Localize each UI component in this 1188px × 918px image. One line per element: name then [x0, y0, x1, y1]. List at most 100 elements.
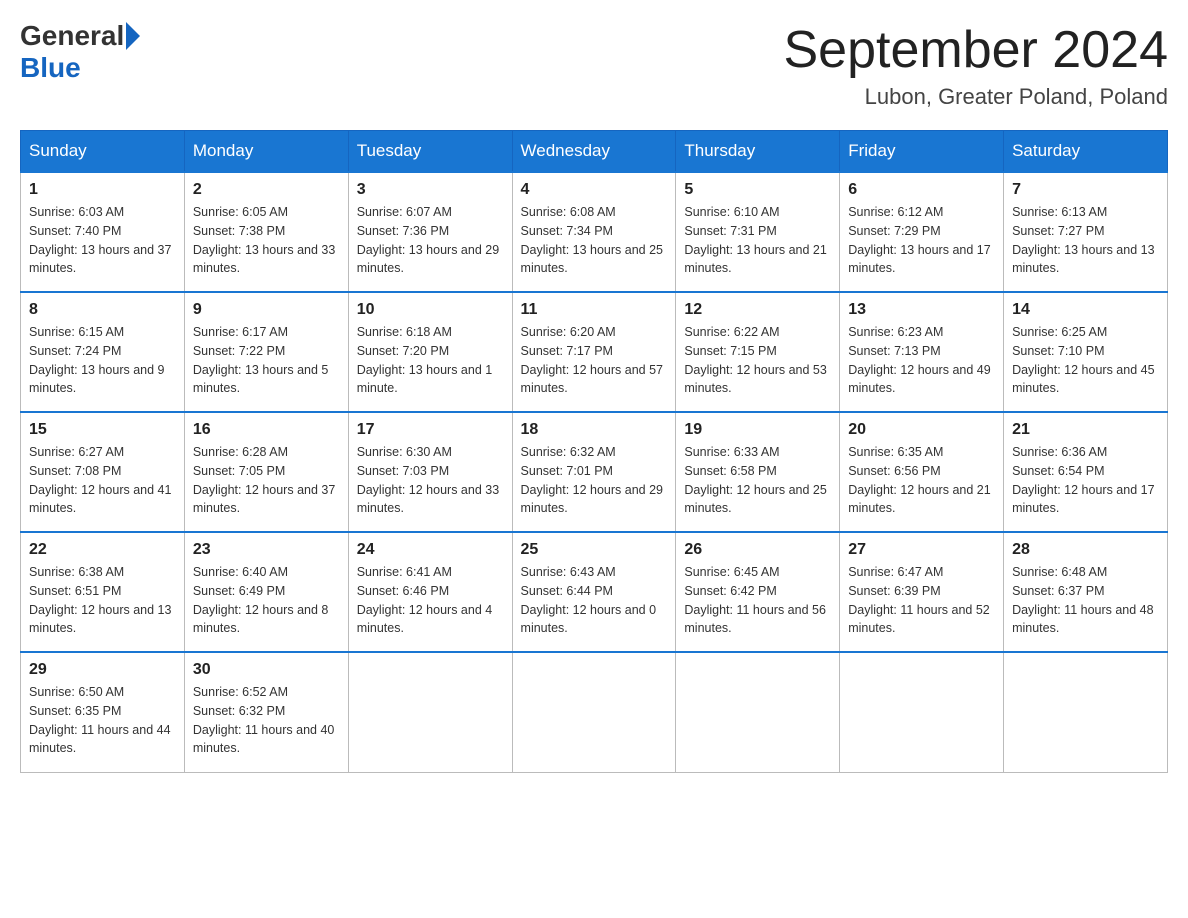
logo-arrow-icon — [126, 22, 140, 50]
calendar-week-row: 1 Sunrise: 6:03 AM Sunset: 7:40 PM Dayli… — [21, 172, 1168, 292]
day-number: 24 — [357, 541, 504, 559]
table-row: 18 Sunrise: 6:32 AM Sunset: 7:01 PM Dayl… — [512, 412, 676, 532]
day-info: Sunrise: 6:10 AM Sunset: 7:31 PM Dayligh… — [684, 203, 831, 278]
table-row: 10 Sunrise: 6:18 AM Sunset: 7:20 PM Dayl… — [348, 292, 512, 412]
table-row — [348, 652, 512, 772]
table-row — [676, 652, 840, 772]
day-number: 22 — [29, 541, 176, 559]
col-sunday: Sunday — [21, 131, 185, 173]
day-info: Sunrise: 6:12 AM Sunset: 7:29 PM Dayligh… — [848, 203, 995, 278]
day-info: Sunrise: 6:25 AM Sunset: 7:10 PM Dayligh… — [1012, 323, 1159, 398]
day-info: Sunrise: 6:32 AM Sunset: 7:01 PM Dayligh… — [521, 443, 668, 518]
table-row: 28 Sunrise: 6:48 AM Sunset: 6:37 PM Dayl… — [1004, 532, 1168, 652]
day-info: Sunrise: 6:47 AM Sunset: 6:39 PM Dayligh… — [848, 563, 995, 638]
col-thursday: Thursday — [676, 131, 840, 173]
day-number: 8 — [29, 301, 176, 319]
day-number: 18 — [521, 421, 668, 439]
table-row: 3 Sunrise: 6:07 AM Sunset: 7:36 PM Dayli… — [348, 172, 512, 292]
table-row — [1004, 652, 1168, 772]
day-info: Sunrise: 6:30 AM Sunset: 7:03 PM Dayligh… — [357, 443, 504, 518]
day-number: 4 — [521, 181, 668, 199]
day-info: Sunrise: 6:07 AM Sunset: 7:36 PM Dayligh… — [357, 203, 504, 278]
table-row — [840, 652, 1004, 772]
day-info: Sunrise: 6:20 AM Sunset: 7:17 PM Dayligh… — [521, 323, 668, 398]
day-number: 3 — [357, 181, 504, 199]
day-number: 28 — [1012, 541, 1159, 559]
day-info: Sunrise: 6:08 AM Sunset: 7:34 PM Dayligh… — [521, 203, 668, 278]
day-number: 2 — [193, 181, 340, 199]
day-number: 10 — [357, 301, 504, 319]
calendar-week-row: 29 Sunrise: 6:50 AM Sunset: 6:35 PM Dayl… — [21, 652, 1168, 772]
day-number: 11 — [521, 301, 668, 319]
calendar-week-row: 15 Sunrise: 6:27 AM Sunset: 7:08 PM Dayl… — [21, 412, 1168, 532]
day-number: 21 — [1012, 421, 1159, 439]
table-row: 23 Sunrise: 6:40 AM Sunset: 6:49 PM Dayl… — [184, 532, 348, 652]
col-wednesday: Wednesday — [512, 131, 676, 173]
table-row: 12 Sunrise: 6:22 AM Sunset: 7:15 PM Dayl… — [676, 292, 840, 412]
day-number: 19 — [684, 421, 831, 439]
day-info: Sunrise: 6:22 AM Sunset: 7:15 PM Dayligh… — [684, 323, 831, 398]
day-number: 23 — [193, 541, 340, 559]
location: Lubon, Greater Poland, Poland — [784, 84, 1169, 110]
day-number: 30 — [193, 661, 340, 679]
logo-blue-text: Blue — [20, 52, 81, 83]
col-tuesday: Tuesday — [348, 131, 512, 173]
day-number: 20 — [848, 421, 995, 439]
table-row: 16 Sunrise: 6:28 AM Sunset: 7:05 PM Dayl… — [184, 412, 348, 532]
logo: General Blue — [20, 20, 142, 84]
day-info: Sunrise: 6:43 AM Sunset: 6:44 PM Dayligh… — [521, 563, 668, 638]
table-row: 11 Sunrise: 6:20 AM Sunset: 7:17 PM Dayl… — [512, 292, 676, 412]
day-info: Sunrise: 6:36 AM Sunset: 6:54 PM Dayligh… — [1012, 443, 1159, 518]
table-row: 25 Sunrise: 6:43 AM Sunset: 6:44 PM Dayl… — [512, 532, 676, 652]
table-row: 30 Sunrise: 6:52 AM Sunset: 6:32 PM Dayl… — [184, 652, 348, 772]
calendar-week-row: 22 Sunrise: 6:38 AM Sunset: 6:51 PM Dayl… — [21, 532, 1168, 652]
table-row: 19 Sunrise: 6:33 AM Sunset: 6:58 PM Dayl… — [676, 412, 840, 532]
table-row: 22 Sunrise: 6:38 AM Sunset: 6:51 PM Dayl… — [21, 532, 185, 652]
day-info: Sunrise: 6:15 AM Sunset: 7:24 PM Dayligh… — [29, 323, 176, 398]
calendar-table: Sunday Monday Tuesday Wednesday Thursday… — [20, 130, 1168, 773]
table-row: 20 Sunrise: 6:35 AM Sunset: 6:56 PM Dayl… — [840, 412, 1004, 532]
day-number: 16 — [193, 421, 340, 439]
table-row: 13 Sunrise: 6:23 AM Sunset: 7:13 PM Dayl… — [840, 292, 1004, 412]
table-row: 7 Sunrise: 6:13 AM Sunset: 7:27 PM Dayli… — [1004, 172, 1168, 292]
day-info: Sunrise: 6:05 AM Sunset: 7:38 PM Dayligh… — [193, 203, 340, 278]
day-info: Sunrise: 6:35 AM Sunset: 6:56 PM Dayligh… — [848, 443, 995, 518]
day-info: Sunrise: 6:45 AM Sunset: 6:42 PM Dayligh… — [684, 563, 831, 638]
table-row: 1 Sunrise: 6:03 AM Sunset: 7:40 PM Dayli… — [21, 172, 185, 292]
day-info: Sunrise: 6:52 AM Sunset: 6:32 PM Dayligh… — [193, 683, 340, 758]
day-number: 25 — [521, 541, 668, 559]
col-saturday: Saturday — [1004, 131, 1168, 173]
title-section: September 2024 Lubon, Greater Poland, Po… — [784, 20, 1169, 110]
day-number: 15 — [29, 421, 176, 439]
day-info: Sunrise: 6:28 AM Sunset: 7:05 PM Dayligh… — [193, 443, 340, 518]
day-info: Sunrise: 6:17 AM Sunset: 7:22 PM Dayligh… — [193, 323, 340, 398]
day-number: 5 — [684, 181, 831, 199]
day-info: Sunrise: 6:50 AM Sunset: 6:35 PM Dayligh… — [29, 683, 176, 758]
table-row: 14 Sunrise: 6:25 AM Sunset: 7:10 PM Dayl… — [1004, 292, 1168, 412]
table-row: 26 Sunrise: 6:45 AM Sunset: 6:42 PM Dayl… — [676, 532, 840, 652]
day-number: 9 — [193, 301, 340, 319]
day-number: 17 — [357, 421, 504, 439]
table-row: 4 Sunrise: 6:08 AM Sunset: 7:34 PM Dayli… — [512, 172, 676, 292]
page-header: General Blue September 2024 Lubon, Great… — [20, 20, 1168, 110]
table-row: 6 Sunrise: 6:12 AM Sunset: 7:29 PM Dayli… — [840, 172, 1004, 292]
table-row: 29 Sunrise: 6:50 AM Sunset: 6:35 PM Dayl… — [21, 652, 185, 772]
calendar-header-row: Sunday Monday Tuesday Wednesday Thursday… — [21, 131, 1168, 173]
day-info: Sunrise: 6:48 AM Sunset: 6:37 PM Dayligh… — [1012, 563, 1159, 638]
table-row: 9 Sunrise: 6:17 AM Sunset: 7:22 PM Dayli… — [184, 292, 348, 412]
table-row: 5 Sunrise: 6:10 AM Sunset: 7:31 PM Dayli… — [676, 172, 840, 292]
day-info: Sunrise: 6:03 AM Sunset: 7:40 PM Dayligh… — [29, 203, 176, 278]
day-number: 29 — [29, 661, 176, 679]
day-info: Sunrise: 6:13 AM Sunset: 7:27 PM Dayligh… — [1012, 203, 1159, 278]
day-info: Sunrise: 6:23 AM Sunset: 7:13 PM Dayligh… — [848, 323, 995, 398]
logo-general-text: General — [20, 20, 124, 52]
col-monday: Monday — [184, 131, 348, 173]
day-info: Sunrise: 6:27 AM Sunset: 7:08 PM Dayligh… — [29, 443, 176, 518]
table-row — [512, 652, 676, 772]
calendar-week-row: 8 Sunrise: 6:15 AM Sunset: 7:24 PM Dayli… — [21, 292, 1168, 412]
table-row: 15 Sunrise: 6:27 AM Sunset: 7:08 PM Dayl… — [21, 412, 185, 532]
table-row: 8 Sunrise: 6:15 AM Sunset: 7:24 PM Dayli… — [21, 292, 185, 412]
col-friday: Friday — [840, 131, 1004, 173]
day-info: Sunrise: 6:33 AM Sunset: 6:58 PM Dayligh… — [684, 443, 831, 518]
table-row: 21 Sunrise: 6:36 AM Sunset: 6:54 PM Dayl… — [1004, 412, 1168, 532]
